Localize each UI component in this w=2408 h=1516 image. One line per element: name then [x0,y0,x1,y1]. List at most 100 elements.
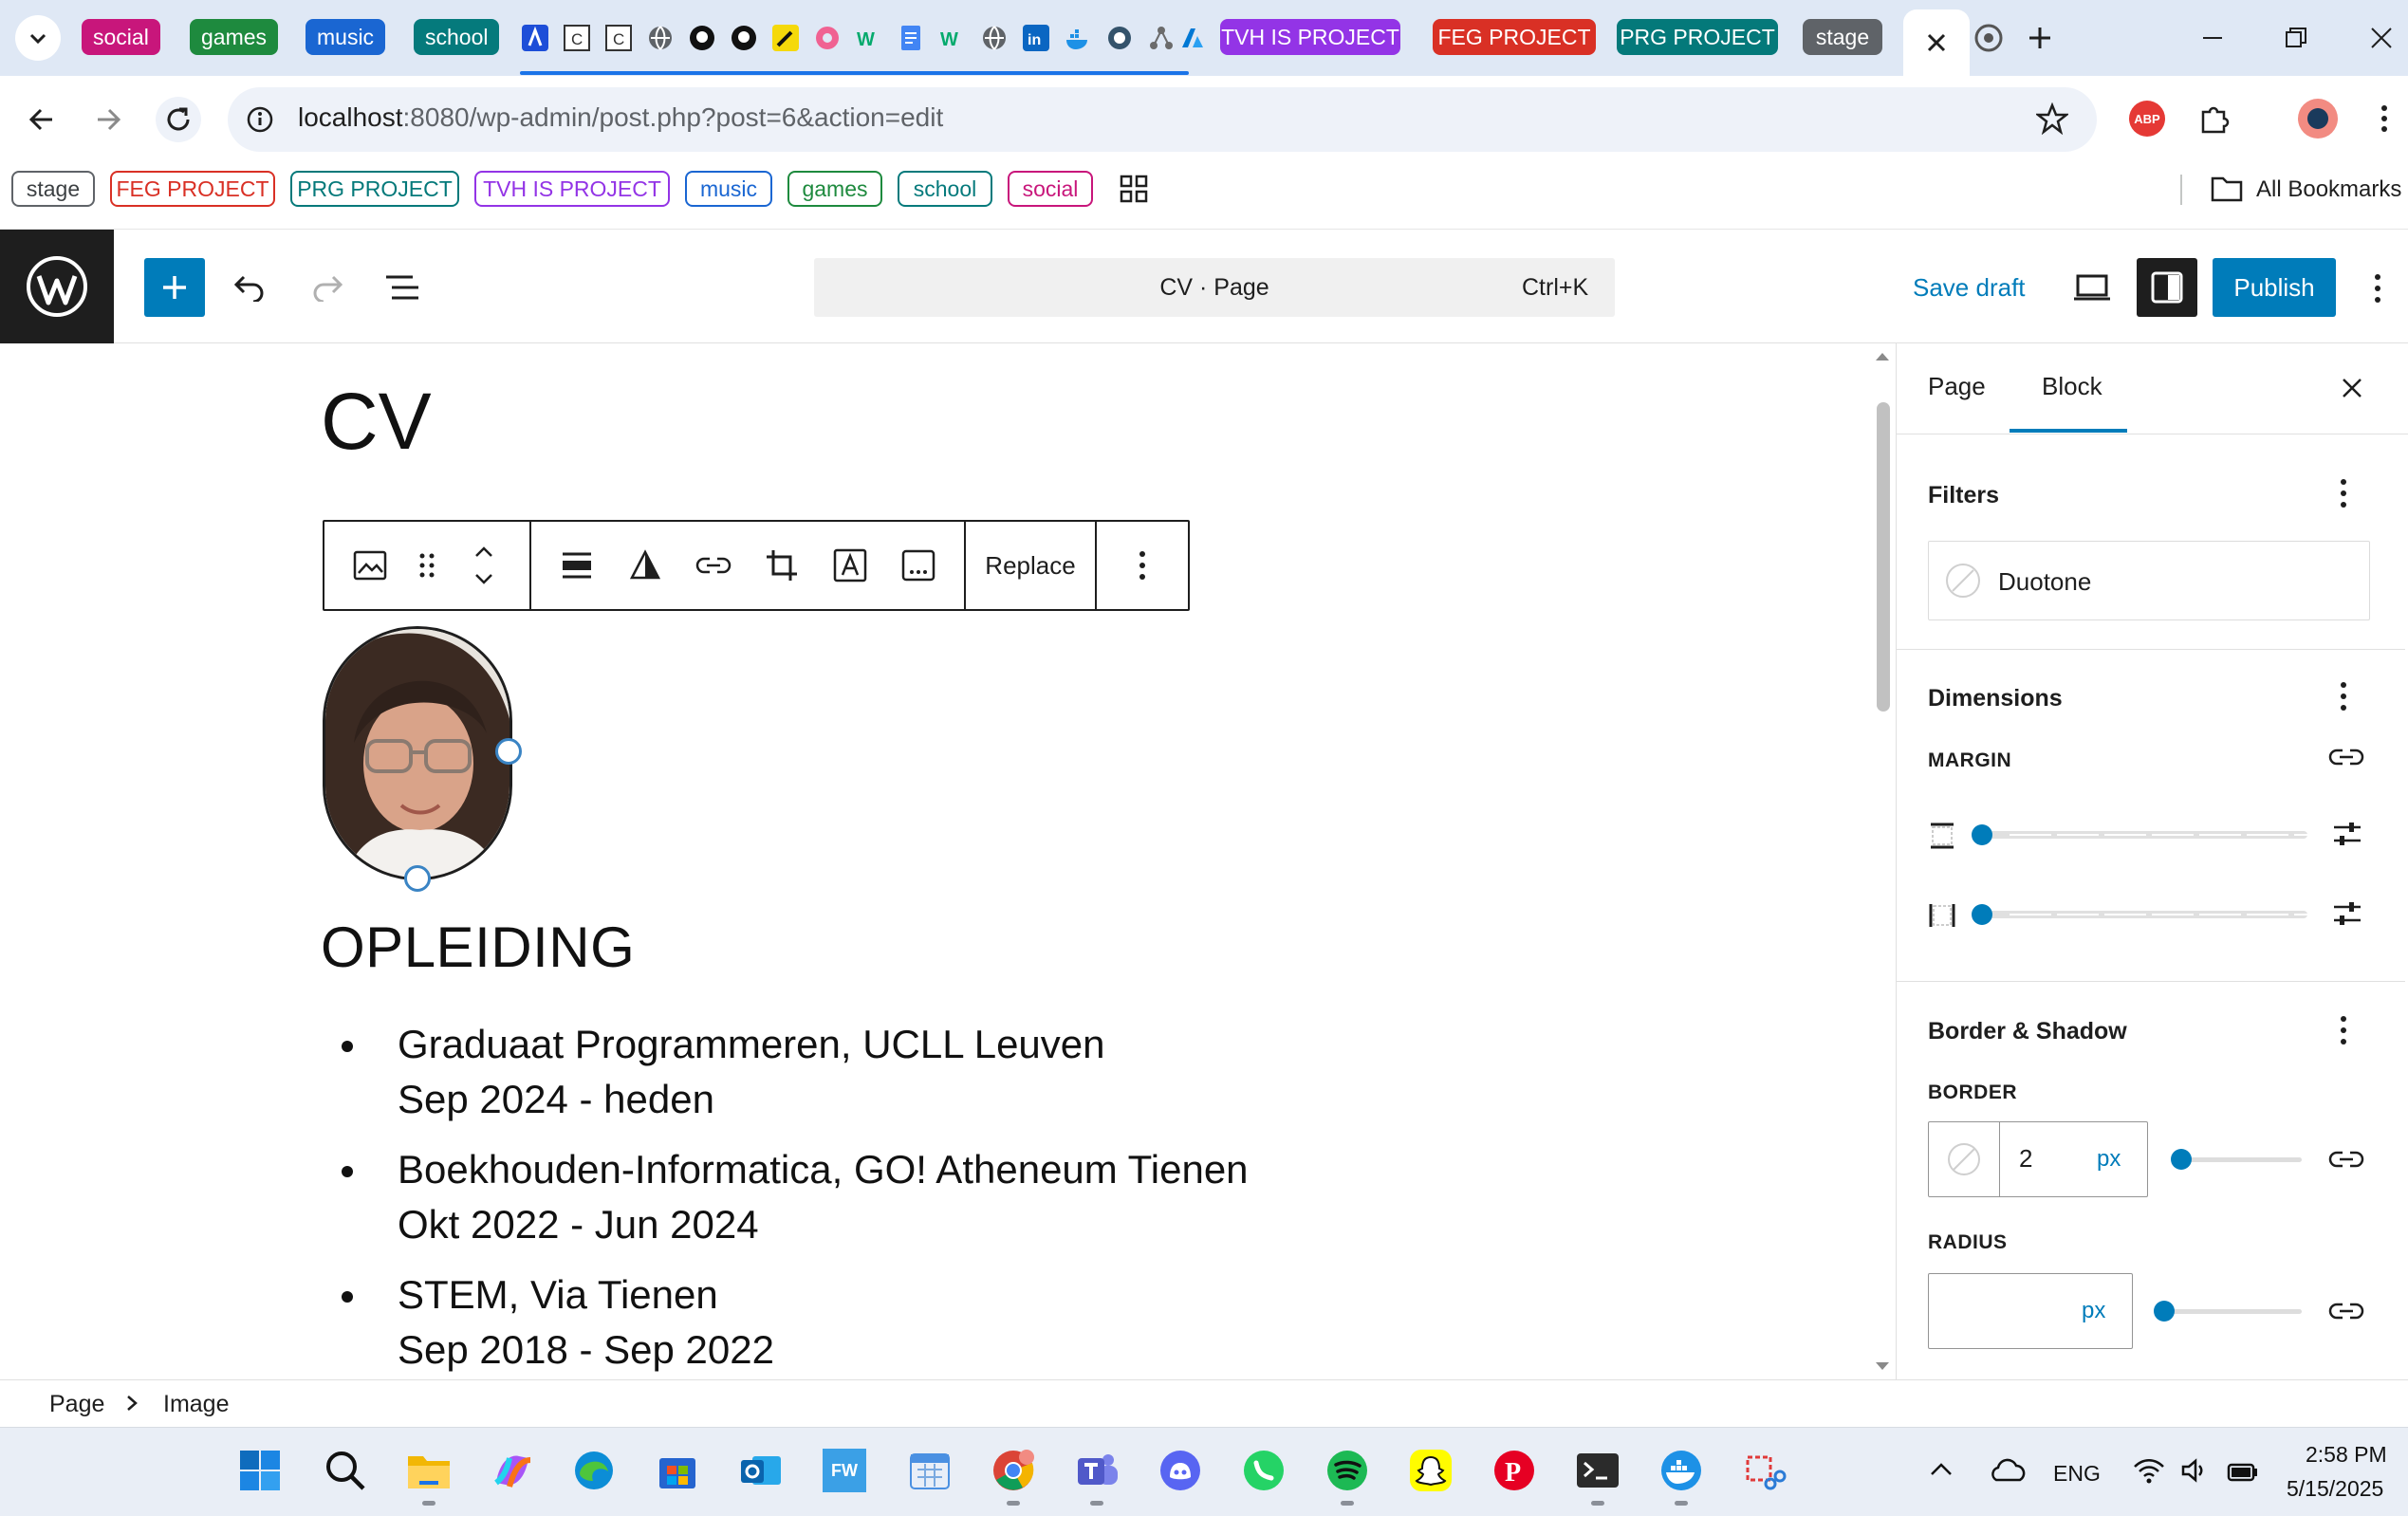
tab-favicon-github-icon[interactable] [729,23,759,53]
duotone-control[interactable] [1928,541,2370,620]
all-bookmarks[interactable]: All Bookmarks [2256,176,2401,203]
dimensions-options-icon[interactable] [2334,679,2353,713]
profile-avatar[interactable] [2298,99,2338,139]
list-item[interactable]: Graduaat Programmeren, UCLL Leuven Sep 2… [342,1017,1105,1127]
close-icon[interactable] [1926,32,1947,53]
margin-horizontal-slider-track[interactable] [1981,911,2307,918]
tab-favicon-a-icon[interactable] [520,23,550,53]
tab-favicon-chromium-icon[interactable] [1973,23,2004,53]
image-block-icon[interactable] [347,543,393,588]
close-window-button[interactable] [2362,19,2400,57]
tab-favicon-navigator-icon[interactable] [1104,23,1135,53]
url-text[interactable]: localhost:8080/wp-admin/post.php?post=6&… [298,102,943,133]
apps-grid-icon[interactable] [1120,175,1148,203]
copilot-icon[interactable] [486,1444,539,1497]
search-icon[interactable] [319,1444,372,1497]
tab-favicon-azure-icon[interactable] [1176,23,1207,53]
tab-favicon-globe-icon[interactable] [645,23,676,53]
snapchat-icon[interactable] [1404,1444,1457,1497]
save-draft-button[interactable]: Save draft [1913,258,2026,317]
profile-photo[interactable] [323,626,512,880]
windows-start-icon[interactable] [233,1444,287,1497]
onedrive-cloud-icon[interactable] [1989,1457,2027,1484]
tab-group-music[interactable]: music [306,19,386,55]
custom-value-settings-icon[interactable] [2332,820,2362,848]
tab-favicon-w3-icon[interactable]: W [854,23,884,53]
back-button[interactable] [19,97,65,142]
align-icon[interactable] [554,543,600,588]
section-heading[interactable]: OPLEIDING [321,915,635,980]
list-item[interactable]: Boekhouden-Informatica, GO! Atheneum Tie… [342,1142,1249,1252]
tab-favicon-globe-icon[interactable] [979,23,1010,53]
tab-search-button[interactable] [15,15,61,61]
bookmark-feg-project[interactable]: FEG PROJECT [110,171,275,207]
margin-vertical-slider-knob[interactable] [1972,824,1992,845]
tab-tvh-is-project[interactable]: TVH IS PROJECT [1220,19,1400,55]
calendar-icon[interactable] [903,1444,956,1497]
tab-group-social[interactable]: social [82,19,160,55]
document-overview-button[interactable] [380,264,427,311]
discord-icon[interactable] [1154,1444,1207,1497]
minimize-button[interactable] [2194,19,2232,57]
close-sidebar-icon[interactable] [2342,378,2362,398]
margin-horizontal-slider-knob[interactable] [1972,904,1992,925]
tab-favicon-donut-icon[interactable] [812,23,843,53]
move-up-down-icon[interactable] [461,543,507,588]
spotify-icon[interactable] [1321,1444,1374,1497]
breadcrumb-image[interactable]: Image [163,1391,229,1418]
document-title[interactable]: CV · Page [814,258,1615,317]
resize-handle-bottom[interactable] [404,865,431,892]
tab-favicon-pen-icon[interactable] [770,23,801,53]
wifi-icon[interactable] [2133,1457,2165,1484]
link-sides-icon[interactable] [2328,746,2364,768]
bookmark-music[interactable]: music [685,171,772,207]
border-width-slider-knob[interactable] [2171,1149,2192,1170]
show-hidden-icons-chevron-up-icon[interactable] [1928,1459,1954,1478]
browser-menu-icon[interactable] [2378,101,2391,137]
page-title[interactable]: CV [321,376,432,468]
link-sides-icon[interactable] [2328,1148,2364,1171]
clock-date[interactable]: 5/15/2025 [2287,1476,2383,1502]
tab-favicon-github-icon[interactable] [687,23,717,53]
site-info-icon[interactable] [247,106,273,133]
language-indicator[interactable]: ENG [2053,1461,2101,1487]
store-icon[interactable] [651,1444,704,1497]
whatsapp-icon[interactable] [1237,1444,1290,1497]
battery-icon[interactable] [2226,1457,2260,1484]
publish-button[interactable]: Publish [2213,258,2336,317]
snipping-tool-icon[interactable] [1738,1444,1791,1497]
drag-handle-icon[interactable] [404,543,450,588]
teams-icon[interactable] [1070,1444,1123,1497]
replace-button[interactable]: Replace [966,522,1095,609]
active-tab[interactable] [1903,9,1970,76]
bookmark-star-icon[interactable] [2036,102,2068,135]
bookmark-social[interactable]: social [1008,171,1093,207]
block-inserter-button[interactable] [144,258,205,317]
border-options-icon[interactable] [2334,1013,2353,1047]
clock-time[interactable]: 2:58 PM [2306,1442,2387,1468]
filters-options-icon[interactable] [2334,476,2353,510]
docker-icon[interactable] [1655,1444,1708,1497]
list-item[interactable]: STEM, Via Tienen Sep 2018 - Sep 2022 [342,1267,774,1377]
terminal-icon[interactable] [1571,1444,1624,1497]
bookmark-games[interactable]: games [787,171,882,207]
options-menu-icon[interactable] [2372,271,2383,305]
chrome-icon[interactable] [987,1444,1040,1497]
radius-slider-knob[interactable] [2154,1301,2175,1322]
tab-favicon-c-icon[interactable]: C [562,23,592,53]
tab-feg-project[interactable]: FEG PROJECT [1433,19,1596,55]
reload-button[interactable] [156,97,201,142]
caption-icon[interactable] [896,543,941,588]
tab-prg-project[interactable]: PRG PROJECT [1617,19,1778,55]
new-tab-button[interactable] [2021,19,2059,57]
undo-button[interactable] [226,264,273,311]
block-options-icon[interactable] [1120,543,1165,588]
crop-icon[interactable] [759,543,805,588]
text-over-image-icon[interactable] [827,543,873,588]
radius-unit-select[interactable]: px [2082,1298,2105,1324]
radius-slider-track[interactable] [2163,1309,2302,1314]
settings-sidebar-toggle[interactable] [2137,258,2197,317]
redo-button[interactable] [304,264,351,311]
link-icon[interactable] [691,543,736,588]
preview-button[interactable] [2068,264,2116,311]
